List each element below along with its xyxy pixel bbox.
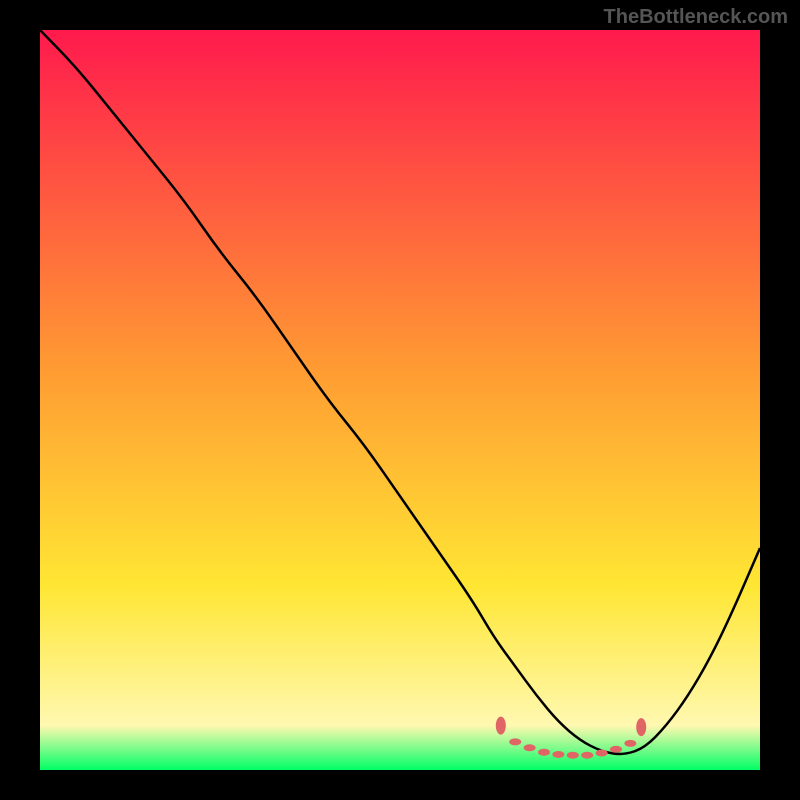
plot-background-gradient — [40, 30, 760, 770]
marker-dot — [538, 749, 550, 756]
marker-dot — [624, 740, 636, 747]
marker-dot — [636, 718, 646, 736]
marker-dot — [567, 752, 579, 759]
bottleneck-chart — [0, 0, 800, 800]
marker-dot — [581, 752, 593, 759]
marker-dot — [610, 746, 622, 753]
marker-dot — [496, 717, 506, 735]
marker-dot — [509, 738, 521, 745]
watermark-text: TheBottleneck.com — [604, 6, 788, 29]
marker-dot — [596, 749, 608, 756]
marker-dot — [524, 744, 536, 751]
chart-svg — [0, 0, 800, 800]
marker-dot — [552, 751, 564, 758]
